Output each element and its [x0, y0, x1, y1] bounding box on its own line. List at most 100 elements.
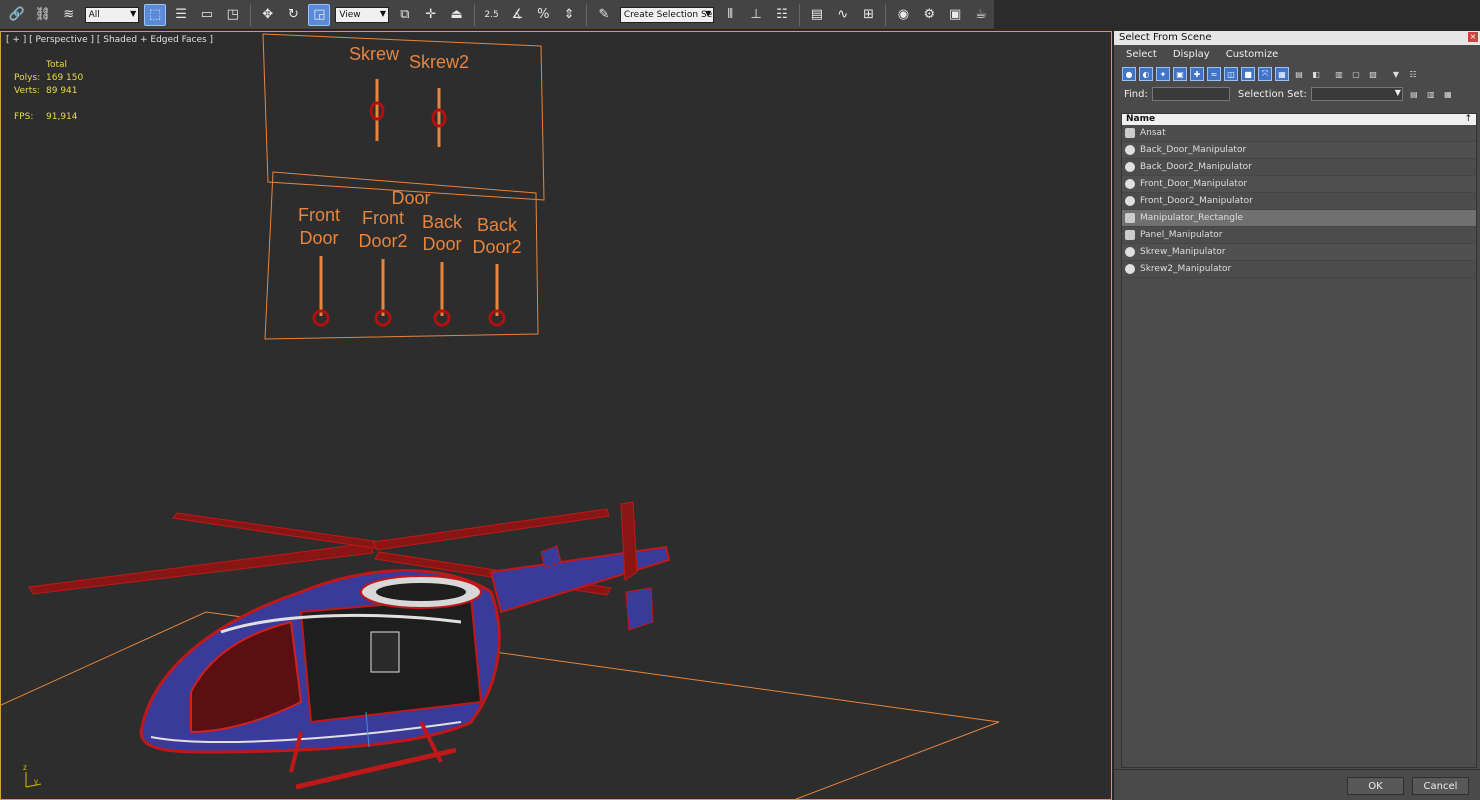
- display-all-icon[interactable]: ▤: [1292, 67, 1306, 81]
- menu-select[interactable]: Select: [1126, 49, 1157, 60]
- ok-button[interactable]: OK: [1347, 777, 1404, 795]
- rotate-icon[interactable]: ↻: [283, 4, 305, 26]
- select-and-link-icon[interactable]: 🔗: [6, 4, 28, 26]
- svg-text:Door2: Door2: [358, 231, 407, 251]
- angle-snap-icon[interactable]: ∡: [506, 4, 528, 26]
- dialog-button-bar: OK Cancel: [1114, 769, 1480, 800]
- list-item[interactable]: Skrew_Manipulator: [1122, 244, 1476, 261]
- select-invert-icon[interactable]: ▧: [1366, 67, 1380, 81]
- mirror-icon[interactable]: ⫴: [719, 4, 741, 26]
- helicopter-model[interactable]: [28, 501, 671, 790]
- scene-object-list: Name ↑ Ansat Back_Door_Manipulator Back_…: [1121, 113, 1477, 768]
- list-item[interactable]: Back_Door_Manipulator: [1122, 142, 1476, 159]
- axis-y-label: y: [34, 777, 38, 786]
- stats-verts-label: Verts:: [14, 86, 40, 96]
- select-none-icon[interactable]: ▢: [1349, 67, 1363, 81]
- menu-display[interactable]: Display: [1173, 49, 1210, 60]
- add-to-set-icon[interactable]: ▥: [1424, 87, 1438, 101]
- skrew2-label: Skrew2: [409, 52, 469, 72]
- selection-set-dropdown[interactable]: ▼: [1310, 87, 1403, 101]
- toggle-ribbon-icon[interactable]: ▤: [806, 4, 828, 26]
- list-item[interactable]: Skrew2_Manipulator: [1122, 261, 1476, 278]
- stats-fps-label: FPS:: [14, 112, 34, 122]
- rendered-frame-window-icon[interactable]: ▣: [944, 4, 966, 26]
- rectangular-selection-icon[interactable]: ▭: [196, 4, 218, 26]
- perspective-viewport[interactable]: Skrew Skrew2 Door Front Door Front Door2…: [0, 31, 1112, 800]
- named-selection-dropdown[interactable]: Create Selection Se ▼: [619, 6, 715, 23]
- column-header-name[interactable]: Name ↑: [1122, 114, 1476, 125]
- remove-from-set-icon[interactable]: ▦: [1441, 87, 1455, 101]
- shapes-filter-icon[interactable]: ◐: [1139, 67, 1153, 81]
- material-editor-icon[interactable]: ◉: [892, 4, 914, 26]
- render-production-icon[interactable]: ☕: [970, 4, 992, 26]
- select-by-name-icon[interactable]: ☰: [170, 4, 192, 26]
- select-manipulate-icon[interactable]: ✛: [420, 4, 442, 26]
- list-item[interactable]: Back_Door2_Manipulator: [1122, 159, 1476, 176]
- viewport-scene: Skrew Skrew2 Door Front Door Front Door2…: [1, 33, 1000, 799]
- selection-filter-dropdown[interactable]: All ▼: [84, 6, 140, 23]
- dialog-filter-toolbar: ● ◐ ✦ ▣ ✚ ≈ ◫ ■ ⤧ ▦ ▤ ◧ ▥ ▢ ▧ ▼ ☷: [1114, 64, 1480, 84]
- sort-arrow-icon: ↑: [1464, 114, 1472, 124]
- helpers-filter-icon[interactable]: ✚: [1190, 67, 1204, 81]
- geometry-icon: [1125, 128, 1135, 138]
- dialog-title: Select From Scene: [1119, 32, 1212, 43]
- edit-named-selection-icon[interactable]: ✎: [593, 4, 615, 26]
- skrew-label: Skrew: [349, 44, 400, 64]
- schematic-view-icon[interactable]: ⊞: [858, 4, 880, 26]
- menu-customize[interactable]: Customize: [1226, 49, 1279, 60]
- space-warps-filter-icon[interactable]: ≈: [1207, 67, 1221, 81]
- percent-snap-icon[interactable]: %: [532, 4, 554, 26]
- list-item[interactable]: Front_Door_Manipulator: [1122, 176, 1476, 193]
- spinner-snap-icon[interactable]: ⇕: [558, 4, 580, 26]
- svg-text:Door: Door: [299, 228, 338, 248]
- geometry-filter-icon[interactable]: ●: [1122, 67, 1136, 81]
- cameras-filter-icon[interactable]: ▣: [1173, 67, 1187, 81]
- reference-coordinate-dropdown[interactable]: View ▼: [335, 6, 390, 23]
- main-toolbar: 🔗 ⛓ ≋ All ▼ ⬚ ☰ ▭ ◳ ✥ ↻ ◲ View ▼ ⧉ ✛ ⏏ 2.5…: [0, 0, 994, 30]
- scale-icon[interactable]: ◲: [308, 3, 331, 26]
- list-item[interactable]: Front_Door2_Manipulator: [1122, 193, 1476, 210]
- groups-filter-icon[interactable]: ◫: [1224, 67, 1238, 81]
- cancel-button[interactable]: Cancel: [1412, 777, 1469, 795]
- close-icon[interactable]: ×: [1468, 32, 1478, 42]
- find-input[interactable]: [1151, 87, 1230, 101]
- pivot-center-icon[interactable]: ⧉: [394, 4, 416, 26]
- list-item[interactable]: Panel_Manipulator: [1122, 227, 1476, 244]
- curve-editor-icon[interactable]: ∿: [832, 4, 854, 26]
- stats-polys-label: Polys:: [14, 73, 41, 83]
- manipulator-icon: [1125, 145, 1135, 155]
- create-set-icon[interactable]: ▤: [1407, 87, 1421, 101]
- chevron-down-icon: ▼: [1394, 88, 1401, 97]
- select-all-icon[interactable]: ▥: [1332, 67, 1346, 81]
- lights-filter-icon[interactable]: ✦: [1156, 67, 1170, 81]
- bones-filter-icon[interactable]: ⤧: [1258, 67, 1272, 81]
- bind-space-warp-icon[interactable]: ≋: [58, 4, 80, 26]
- move-icon[interactable]: ✥: [257, 4, 279, 26]
- stats-polys-value: 169 150: [46, 73, 84, 83]
- select-object-icon[interactable]: ⬚: [144, 3, 167, 26]
- chevron-down-icon: ▼: [130, 8, 137, 18]
- containers-filter-icon[interactable]: ▦: [1275, 67, 1289, 81]
- skrew-panel-frame: [262, 33, 545, 201]
- find-label: Find:: [1124, 88, 1148, 100]
- manipulator-icon: [1125, 247, 1135, 257]
- align-icon[interactable]: ⊥: [745, 4, 767, 26]
- xrefs-filter-icon[interactable]: ■: [1241, 67, 1255, 81]
- snaps-toggle-icon[interactable]: 2.5: [481, 4, 503, 26]
- stats-fps-value: 91,914: [46, 112, 78, 122]
- window-crossing-icon[interactable]: ◳: [222, 4, 244, 26]
- keyboard-shortcut-override-icon[interactable]: ⏏: [446, 4, 468, 26]
- layer-manager-icon[interactable]: ☷: [771, 4, 793, 26]
- render-setup-icon[interactable]: ⚙: [918, 4, 940, 26]
- manipulator-icon: [1125, 230, 1135, 240]
- manipulator-icon: [1125, 196, 1135, 206]
- list-item[interactable]: Ansat: [1122, 125, 1476, 142]
- display-none-icon[interactable]: ◧: [1309, 67, 1323, 81]
- dialog-title-bar[interactable]: Select From Scene ×: [1114, 31, 1480, 45]
- list-item-selected[interactable]: Manipulator_Rectangle: [1122, 210, 1476, 227]
- filter-icon[interactable]: ▼: [1389, 67, 1403, 81]
- dialog-menu-bar: Select Display Customize: [1114, 45, 1480, 64]
- viewport-label-menu[interactable]: [ + ] [ Perspective ] [ Shaded + Edged F…: [6, 35, 213, 45]
- hierarchy-icon[interactable]: ☷: [1406, 67, 1420, 81]
- unlink-icon[interactable]: ⛓: [32, 4, 54, 26]
